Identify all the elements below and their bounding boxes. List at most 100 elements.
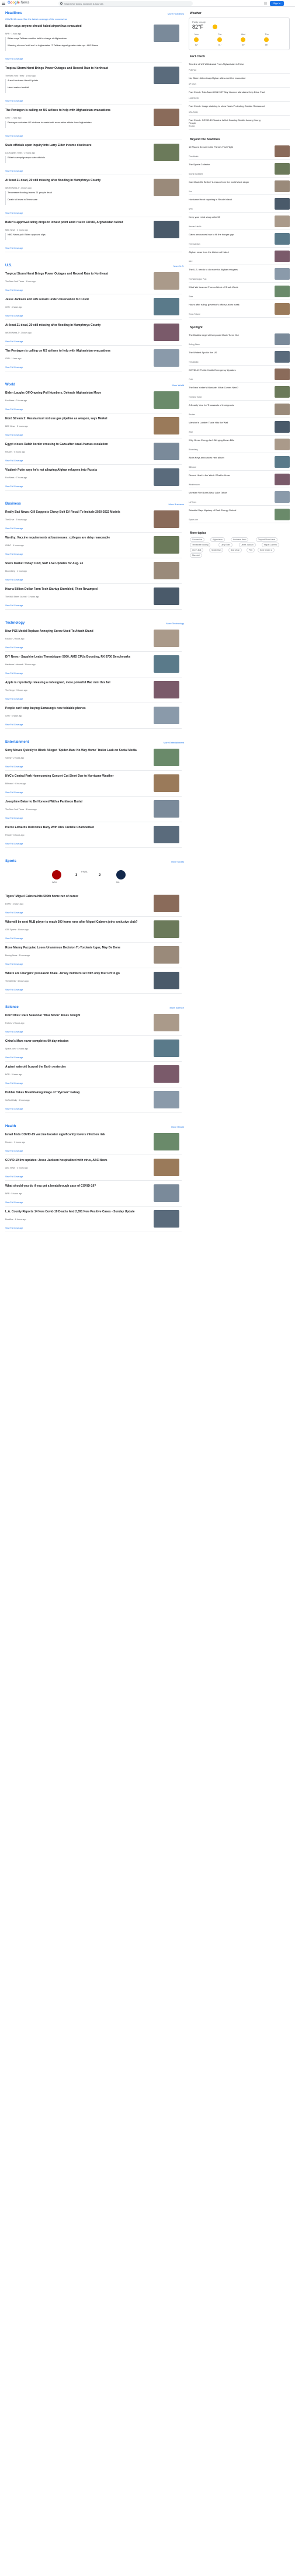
- story-headline[interactable]: Who will be next MLB player to reach 500…: [5, 920, 151, 924]
- story-headline[interactable]: The Pentagon is calling on US airlines t…: [5, 349, 151, 353]
- story-headline[interactable]: Biden Laughs Off Ongoing Poll Numbers, D…: [5, 391, 151, 395]
- story-card[interactable]: Biden says anyone should haled airport h…: [5, 22, 182, 63]
- side-story-thumbnail[interactable]: [275, 491, 290, 503]
- story-thumbnail[interactable]: [154, 946, 179, 964]
- story-headline[interactable]: How a Billion-Dollar Farm Tech Startup S…: [5, 587, 151, 591]
- story-thumbnail[interactable]: [154, 826, 179, 843]
- story-source[interactable]: ESPN · 3 hours ago: [5, 903, 23, 905]
- side-story-thumbnail[interactable]: [275, 509, 290, 520]
- story-card[interactable]: Stock Market Today: Dow, S&P Live Update…: [5, 559, 182, 584]
- story-thumbnail[interactable]: [154, 1133, 179, 1150]
- story-card[interactable]: Biden's approval rating drops to lowest …: [5, 218, 182, 252]
- side-story-title[interactable]: Monster Fire Burns Near Lake Tahoe: [189, 491, 268, 494]
- side-story[interactable]: The Beatles Legend Composer Music Turns …: [189, 332, 290, 348]
- apps-icon[interactable]: [264, 2, 267, 5]
- story-thumbnail[interactable]: [154, 298, 179, 315]
- story-card[interactable]: Who will be next MLB player to reach 500…: [5, 918, 182, 943]
- story-card[interactable]: How a Billion-Dollar Farm Tech Startup S…: [5, 585, 182, 610]
- related-story[interactable]: Pentagon activates US civilians to assis…: [8, 121, 148, 124]
- related-story[interactable]: Warning of more 'sniff sun' in Afghanist…: [8, 44, 148, 47]
- view-full-coverage-link[interactable]: View Full Coverage: [5, 963, 23, 965]
- related-story[interactable]: Death toll rises in Tennessee: [8, 198, 148, 201]
- story-headline[interactable]: Hubble Takes Breathtaking Image of "Pyro…: [5, 1091, 151, 1094]
- side-story-title[interactable]: Scientist Says Mystery of Dark Energy So…: [189, 509, 268, 512]
- side-story-title[interactable]: The Whitest Spot in the US: [189, 351, 268, 354]
- side-story[interactable]: Afghan news from the kitchen of Kabul BBC: [189, 249, 290, 265]
- side-story[interactable]: Hours after ruling, governor's office pu…: [189, 301, 290, 318]
- more-entertainment-link[interactable]: More Entertainment: [164, 741, 184, 744]
- story-headline[interactable]: COVID-19 live updates: Jesse Jackson hos…: [5, 1159, 151, 1162]
- story-source[interactable]: The New York Times · 5 hours ago: [5, 808, 37, 811]
- side-story[interactable]: Fact Check: COVID-19 Vaccine Is Not Caus…: [189, 117, 290, 130]
- story-card[interactable]: Nord Stream 2: Russia must not use gas p…: [5, 415, 182, 439]
- view-full-coverage-link[interactable]: View Full Coverage: [5, 170, 23, 172]
- view-full-coverage-link[interactable]: View Full Coverage: [5, 579, 23, 581]
- side-story-thumbnail[interactable]: [275, 439, 290, 450]
- story-source[interactable]: BBC News · 5 hours ago: [5, 425, 28, 427]
- related-story[interactable]: Henri makes landfall: [8, 86, 148, 89]
- view-full-coverage-link[interactable]: View Full Coverage: [5, 1227, 23, 1229]
- story-source[interactable]: Fox News · 7 hours ago: [5, 477, 27, 479]
- story-thumbnail[interactable]: [154, 1159, 179, 1176]
- topic-chip[interactable]: Blue Moon: [228, 548, 242, 552]
- search-input[interactable]: Search for topics, locations & sources: [58, 1, 193, 6]
- topic-chip[interactable]: PS5: [247, 548, 255, 552]
- side-story-title[interactable]: The Beatles Legend Composer Music Turns …: [189, 333, 268, 336]
- side-story[interactable]: Why Green Energy Isn't Bringing Down Bil…: [189, 437, 290, 453]
- story-thumbnail[interactable]: [154, 510, 179, 528]
- story-source[interactable]: The Wall Street Journal · 3 hours ago: [5, 596, 39, 598]
- story-card[interactable]: Where are Chargers' preseason finale. Je…: [5, 969, 182, 994]
- google-news-logo[interactable]: Google News: [8, 1, 29, 5]
- section-title-health[interactable]: Health: [5, 1125, 16, 1128]
- story-card[interactable]: L.A. County Reports 14 New Covid-19 Deat…: [5, 1208, 182, 1232]
- view-full-coverage-link[interactable]: View Full Coverage: [5, 340, 23, 343]
- topic-chip[interactable]: Miguel Cabrera: [262, 543, 279, 547]
- story-card[interactable]: People can't stop buying Samsung's new f…: [5, 704, 182, 729]
- story-card[interactable]: Tropical Storm Henri Brings Power Outage…: [5, 64, 182, 105]
- story-source[interactable]: ABC News · 4 hours ago: [5, 1167, 28, 1169]
- side-story[interactable]: COVID-19 Public Health Emergency Updates…: [189, 367, 290, 383]
- story-thumbnail[interactable]: [154, 1091, 179, 1108]
- story-source[interactable]: NBC News · 3 hours ago: [5, 229, 28, 231]
- story-headline[interactable]: Israel finds COVID-19 vaccine booster si…: [5, 1133, 151, 1136]
- story-card[interactable]: Pierce Edwards Welcomes Baby With Alex C…: [5, 823, 182, 848]
- weather-card[interactable]: Partly cloudy 82°F Mon 82° Tue 81° Wed 84° Thu 86…: [189, 18, 290, 50]
- story-headline[interactable]: Apple is reportedly releasing a redesign…: [5, 681, 151, 684]
- story-thumbnail[interactable]: [154, 536, 179, 554]
- view-full-coverage-link[interactable]: View Full Coverage: [5, 672, 23, 675]
- story-headline[interactable]: At least 21 dead, 20 still missing after…: [5, 324, 151, 327]
- story-source[interactable]: CNBC · 4 hours ago: [5, 544, 24, 547]
- side-story-thumbnail[interactable]: [275, 303, 290, 315]
- story-headline[interactable]: DIY News - Sapphire Leaks Threadripper 5…: [5, 655, 151, 659]
- topic-chip[interactable]: Afghanistan: [210, 537, 225, 542]
- side-story-title[interactable]: Alicia Keys announces new album: [189, 456, 268, 459]
- view-full-coverage-link[interactable]: View Full Coverage: [5, 698, 23, 700]
- side-story-thumbnail[interactable]: [275, 386, 290, 398]
- view-full-coverage-link[interactable]: View Full Coverage: [5, 1056, 23, 1059]
- story-headline[interactable]: Tropical Storm Henri Brings Power Outage…: [5, 272, 151, 276]
- view-full-coverage-link[interactable]: View Full Coverage: [5, 289, 23, 291]
- side-story[interactable]: Record Heat in the West: What to Know Wea…: [189, 472, 290, 488]
- topic-chip[interactable]: Larry Elder: [218, 543, 232, 547]
- story-card[interactable]: Apple is reportedly releasing a redesign…: [5, 679, 182, 703]
- view-full-coverage-link[interactable]: View Full Coverage: [5, 460, 23, 462]
- view-full-coverage-link[interactable]: View Full Coverage: [5, 646, 23, 649]
- story-headline[interactable]: Nord Stream 2: Russia must not use gas p…: [5, 417, 151, 420]
- side-story-thumbnail[interactable]: [275, 268, 290, 280]
- story-thumbnail[interactable]: [154, 391, 179, 409]
- story-thumbnail[interactable]: [154, 707, 179, 724]
- story-thumbnail[interactable]: [154, 1065, 179, 1083]
- story-card[interactable]: China's Mars rover completes 90-day miss…: [5, 1037, 182, 1062]
- side-story-title[interactable]: Afghan news from the kitchen of Kabul: [189, 251, 268, 253]
- story-source[interactable]: Reuters · 2 hours ago: [5, 1141, 25, 1143]
- more-technology-link[interactable]: More Technology: [166, 622, 184, 625]
- side-story[interactable]: A Deadly Year for Thousands of Immigrant…: [189, 402, 290, 418]
- view-full-coverage-link[interactable]: View Full Coverage: [5, 434, 23, 436]
- topic-chip[interactable]: Jesse Jackson: [239, 543, 256, 547]
- side-story[interactable]: The New Yorker's Mandate: What Comes Nex…: [189, 384, 290, 401]
- side-story[interactable]: No, Biden did not say Afghan allies won'…: [189, 75, 290, 88]
- story-card[interactable]: Josephine Baker to Be Honored With a Pan…: [5, 798, 182, 822]
- story-thumbnail[interactable]: [154, 800, 179, 818]
- side-story[interactable]: Alicia Keys announces new album Billboard: [189, 454, 290, 471]
- story-card[interactable]: Rose Manny Pacquiao Loses Unanimous Deci…: [5, 944, 182, 968]
